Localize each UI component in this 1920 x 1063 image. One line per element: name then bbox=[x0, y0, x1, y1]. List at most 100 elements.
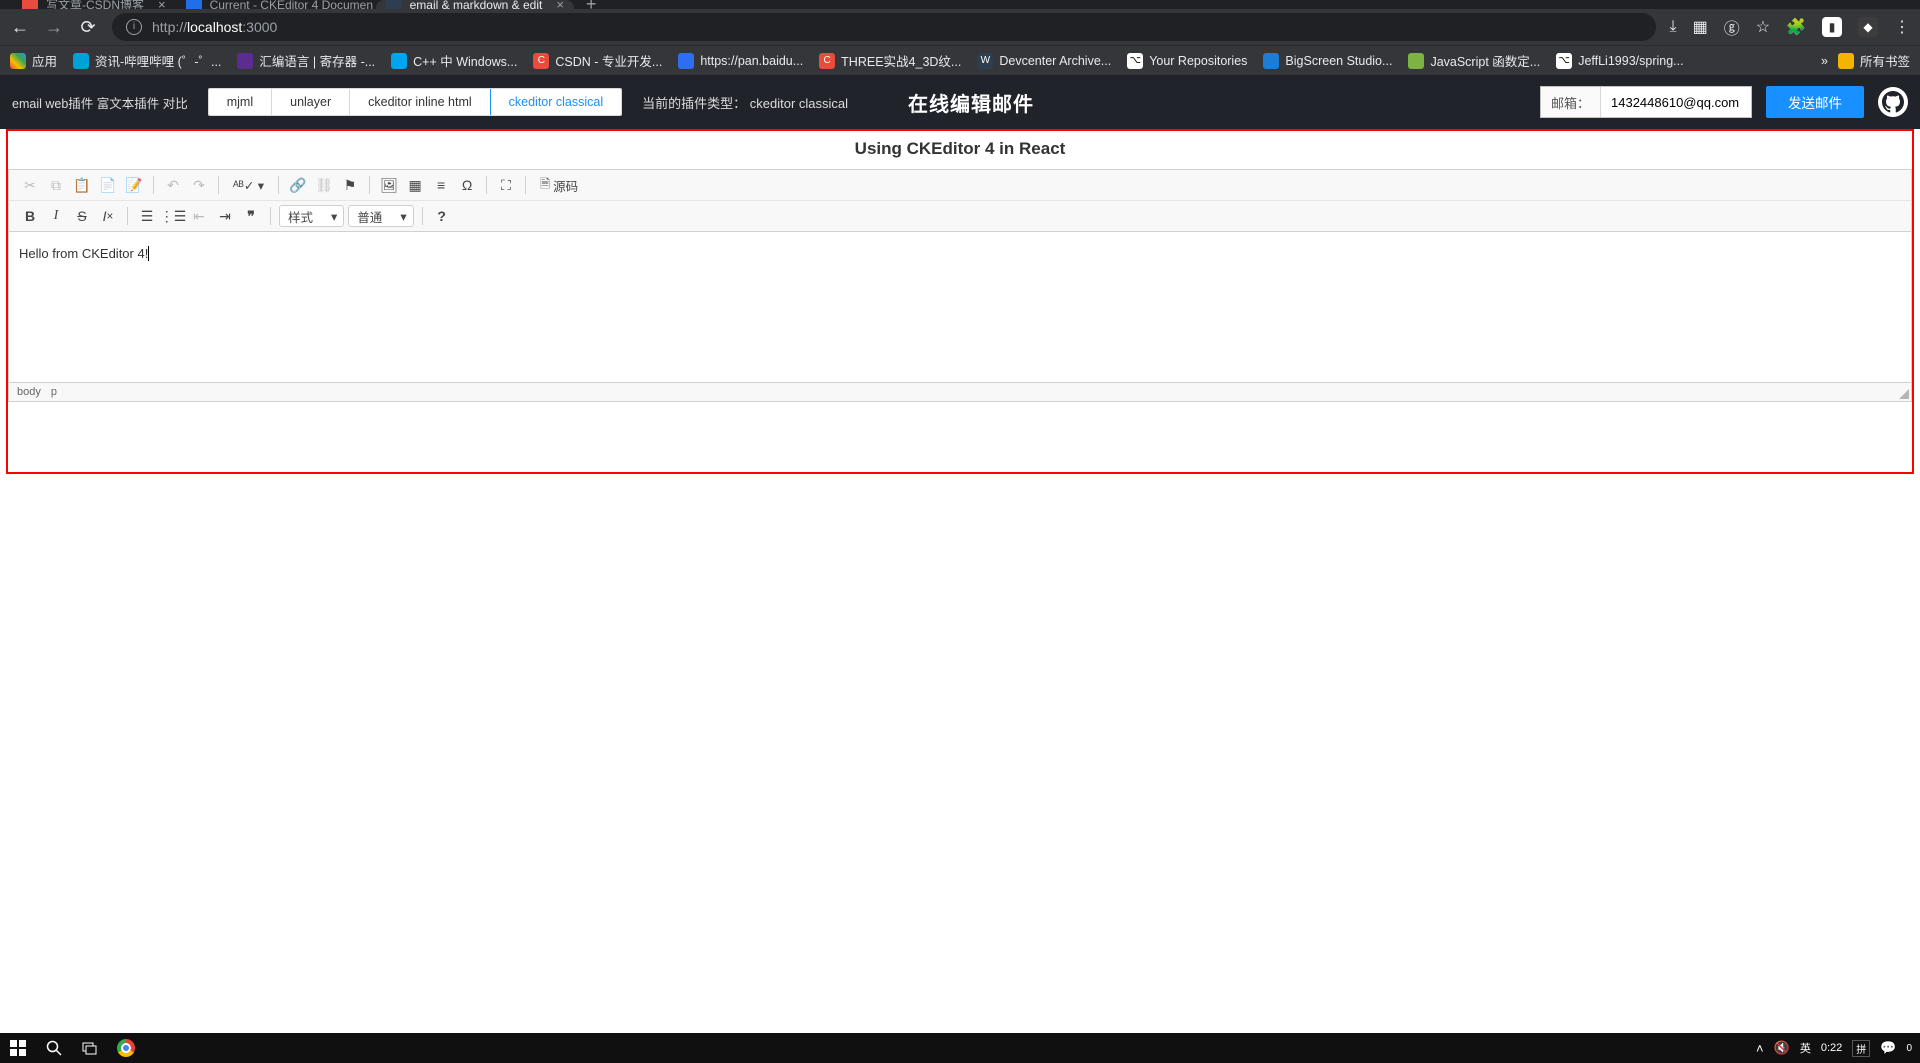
notifications-icon[interactable]: 💬 bbox=[1880, 1040, 1896, 1056]
toolbar-right: ⤓ ▦ ⓖ ☆ 🧩 ▮ ◆ ⋮ bbox=[1670, 15, 1910, 39]
favicon-icon bbox=[678, 53, 694, 69]
remove-format-icon[interactable]: I× bbox=[97, 205, 119, 227]
extension-badge-icon[interactable]: ◆ bbox=[1858, 17, 1878, 37]
plugin-tab-group: mjml unlayer ckeditor inline html ckedit… bbox=[208, 88, 622, 116]
app-header: email web插件 富文本插件 对比 mjml unlayer ckedit… bbox=[0, 75, 1920, 129]
anchor-icon[interactable]: ⚑ bbox=[339, 174, 361, 196]
extension-badge-icon[interactable]: ▮ bbox=[1822, 17, 1842, 37]
install-icon[interactable]: ⤓ bbox=[1670, 18, 1677, 36]
bookmark-item[interactable]: ⌥JeffLi1993/spring... bbox=[1556, 53, 1683, 69]
bullet-list-icon[interactable]: ⋮☰ bbox=[162, 205, 184, 227]
bookmark-item[interactable]: BigScreen Studio... bbox=[1263, 53, 1392, 69]
favicon-icon bbox=[186, 0, 202, 9]
chrome-taskbar-icon[interactable] bbox=[108, 1033, 144, 1063]
back-icon[interactable]: ← bbox=[10, 17, 30, 38]
address-bar[interactable]: i http://localhost:3000 bbox=[112, 13, 1656, 41]
extensions-icon[interactable]: 🧩 bbox=[1786, 17, 1806, 37]
task-view-icon[interactable] bbox=[72, 1033, 108, 1063]
format-combo[interactable]: 普通▾ bbox=[348, 205, 413, 227]
outdent-icon[interactable]: ⇤ bbox=[188, 205, 210, 227]
elements-path: body p bbox=[9, 382, 1911, 401]
italic-icon[interactable]: I bbox=[45, 205, 67, 227]
site-info-icon[interactable]: i bbox=[126, 19, 142, 35]
plugin-tab-mjml[interactable]: mjml bbox=[209, 89, 272, 115]
clock[interactable]: 0:22 bbox=[1821, 1042, 1842, 1054]
bookmark-item[interactable]: WDevcenter Archive... bbox=[977, 53, 1111, 69]
numbered-list-icon[interactable]: ☰ bbox=[136, 205, 158, 227]
cut-icon[interactable]: ✂ bbox=[19, 174, 41, 196]
plugin-tab-unlayer[interactable]: unlayer bbox=[272, 89, 350, 115]
menu-icon[interactable]: ⋮ bbox=[1894, 17, 1910, 37]
bookmarks-overflow[interactable]: » bbox=[1821, 54, 1828, 68]
source-button[interactable]: 🗎 源码 bbox=[534, 174, 584, 196]
styles-combo[interactable]: 样式▾ bbox=[279, 205, 344, 227]
volume-icon[interactable]: 🔇 bbox=[1774, 1040, 1790, 1056]
link-icon[interactable]: 🔗 bbox=[287, 174, 309, 196]
tray-chevron-icon[interactable]: ˄ bbox=[1756, 1041, 1764, 1056]
close-icon[interactable]: × bbox=[158, 0, 166, 9]
github-icon: ⌥ bbox=[1556, 53, 1572, 69]
new-tab-button[interactable]: + bbox=[574, 0, 609, 9]
email-label: 邮箱： bbox=[1541, 87, 1601, 117]
paste-text-icon[interactable]: 📄 bbox=[97, 174, 119, 196]
bookmark-item[interactable]: CTHREE实战4_3D纹... bbox=[819, 51, 961, 70]
browser-tab-active[interactable]: email & markdown & edit × bbox=[376, 0, 574, 9]
system-tray: ˄ 🔇 英 0:22 拼 💬 0 bbox=[1756, 1040, 1920, 1057]
bookmark-item[interactable]: C++ 中 Windows... bbox=[391, 51, 517, 70]
send-email-button[interactable]: 发送邮件 bbox=[1766, 86, 1864, 118]
tab-title: email & markdown & edit bbox=[410, 0, 543, 9]
browser-tab[interactable]: Current - CKEditor 4 Documen × bbox=[176, 0, 376, 9]
image-icon[interactable]: 🖼 bbox=[378, 174, 400, 196]
bookmark-star-icon[interactable]: ☆ bbox=[1756, 17, 1770, 37]
hr-icon[interactable]: ≡ bbox=[430, 174, 452, 196]
bookmark-item[interactable]: ⌥Your Repositories bbox=[1127, 53, 1247, 69]
browser-tab[interactable]: 写文章-CSDN博客 × bbox=[12, 0, 176, 9]
maximize-icon[interactable]: ⛶ bbox=[495, 174, 517, 196]
blockquote-icon[interactable]: ❞ bbox=[240, 205, 262, 227]
github-icon[interactable] bbox=[1878, 87, 1908, 117]
table-icon[interactable]: ▦ bbox=[404, 174, 426, 196]
about-icon[interactable]: ? bbox=[431, 205, 453, 227]
close-icon[interactable]: × bbox=[556, 0, 564, 9]
editor-content[interactable]: Hello from CKEditor 4! bbox=[9, 232, 1911, 382]
qr-icon[interactable]: ▦ bbox=[1693, 17, 1708, 37]
separator bbox=[218, 176, 219, 194]
email-input[interactable] bbox=[1601, 87, 1751, 117]
favicon-icon bbox=[1408, 53, 1424, 69]
all-bookmarks-folder[interactable]: 所有书签 bbox=[1838, 51, 1910, 70]
resize-handle-icon[interactable] bbox=[1899, 389, 1909, 399]
undo-icon[interactable]: ↶ bbox=[162, 174, 184, 196]
reload-icon[interactable]: ⟳ bbox=[78, 17, 98, 38]
unlink-icon[interactable]: ⛓ bbox=[313, 174, 335, 196]
plugin-tab-ckeditor-inline[interactable]: ckeditor inline html bbox=[350, 89, 491, 115]
editor-text: Hello from CKEditor 4! bbox=[19, 246, 148, 261]
bookmark-item[interactable]: CCSDN - 专业开发... bbox=[533, 51, 662, 70]
start-button[interactable] bbox=[0, 1033, 36, 1063]
forward-icon[interactable]: → bbox=[44, 17, 64, 38]
translate-icon[interactable]: ⓖ bbox=[1724, 15, 1740, 39]
apps-button[interactable]: 应用 bbox=[10, 51, 57, 70]
strike-icon[interactable]: S bbox=[71, 205, 93, 227]
path-segment[interactable]: p bbox=[51, 386, 57, 398]
path-segment[interactable]: body bbox=[17, 386, 41, 398]
ime-mode[interactable]: 拼 bbox=[1852, 1040, 1870, 1057]
search-icon[interactable] bbox=[36, 1033, 72, 1063]
email-input-group: 邮箱： bbox=[1540, 86, 1752, 118]
paste-icon[interactable]: 📋 bbox=[71, 174, 93, 196]
paste-word-icon[interactable]: 📝 bbox=[123, 174, 145, 196]
bookmark-item[interactable]: JavaScript 函数定... bbox=[1408, 51, 1540, 70]
favicon-icon bbox=[73, 53, 89, 69]
bookmark-item[interactable]: 汇编语言 | 寄存器 -... bbox=[237, 51, 375, 70]
bookmark-item[interactable]: 资讯-哔哩哔哩 (゜-゜... bbox=[73, 51, 221, 70]
bookmark-item[interactable]: https://pan.baidu... bbox=[678, 53, 803, 69]
bold-icon[interactable]: B bbox=[19, 205, 41, 227]
copy-icon[interactable]: ⧉ bbox=[45, 174, 67, 196]
special-char-icon[interactable]: Ω bbox=[456, 174, 478, 196]
redo-icon[interactable]: ↷ bbox=[188, 174, 210, 196]
plugin-tab-ckeditor-classical[interactable]: ckeditor classical bbox=[490, 88, 622, 116]
ime-indicator[interactable]: 英 bbox=[1800, 1040, 1811, 1056]
spellcheck-icon[interactable]: ᴬᴮ✓ ▾ bbox=[227, 174, 270, 196]
editor-toolbar: ✂ ⧉ 📋 📄 📝 ↶ ↷ ᴬᴮ✓ ▾ 🔗 ⛓ bbox=[9, 170, 1911, 232]
indent-icon[interactable]: ⇥ bbox=[214, 205, 236, 227]
separator bbox=[153, 176, 154, 194]
